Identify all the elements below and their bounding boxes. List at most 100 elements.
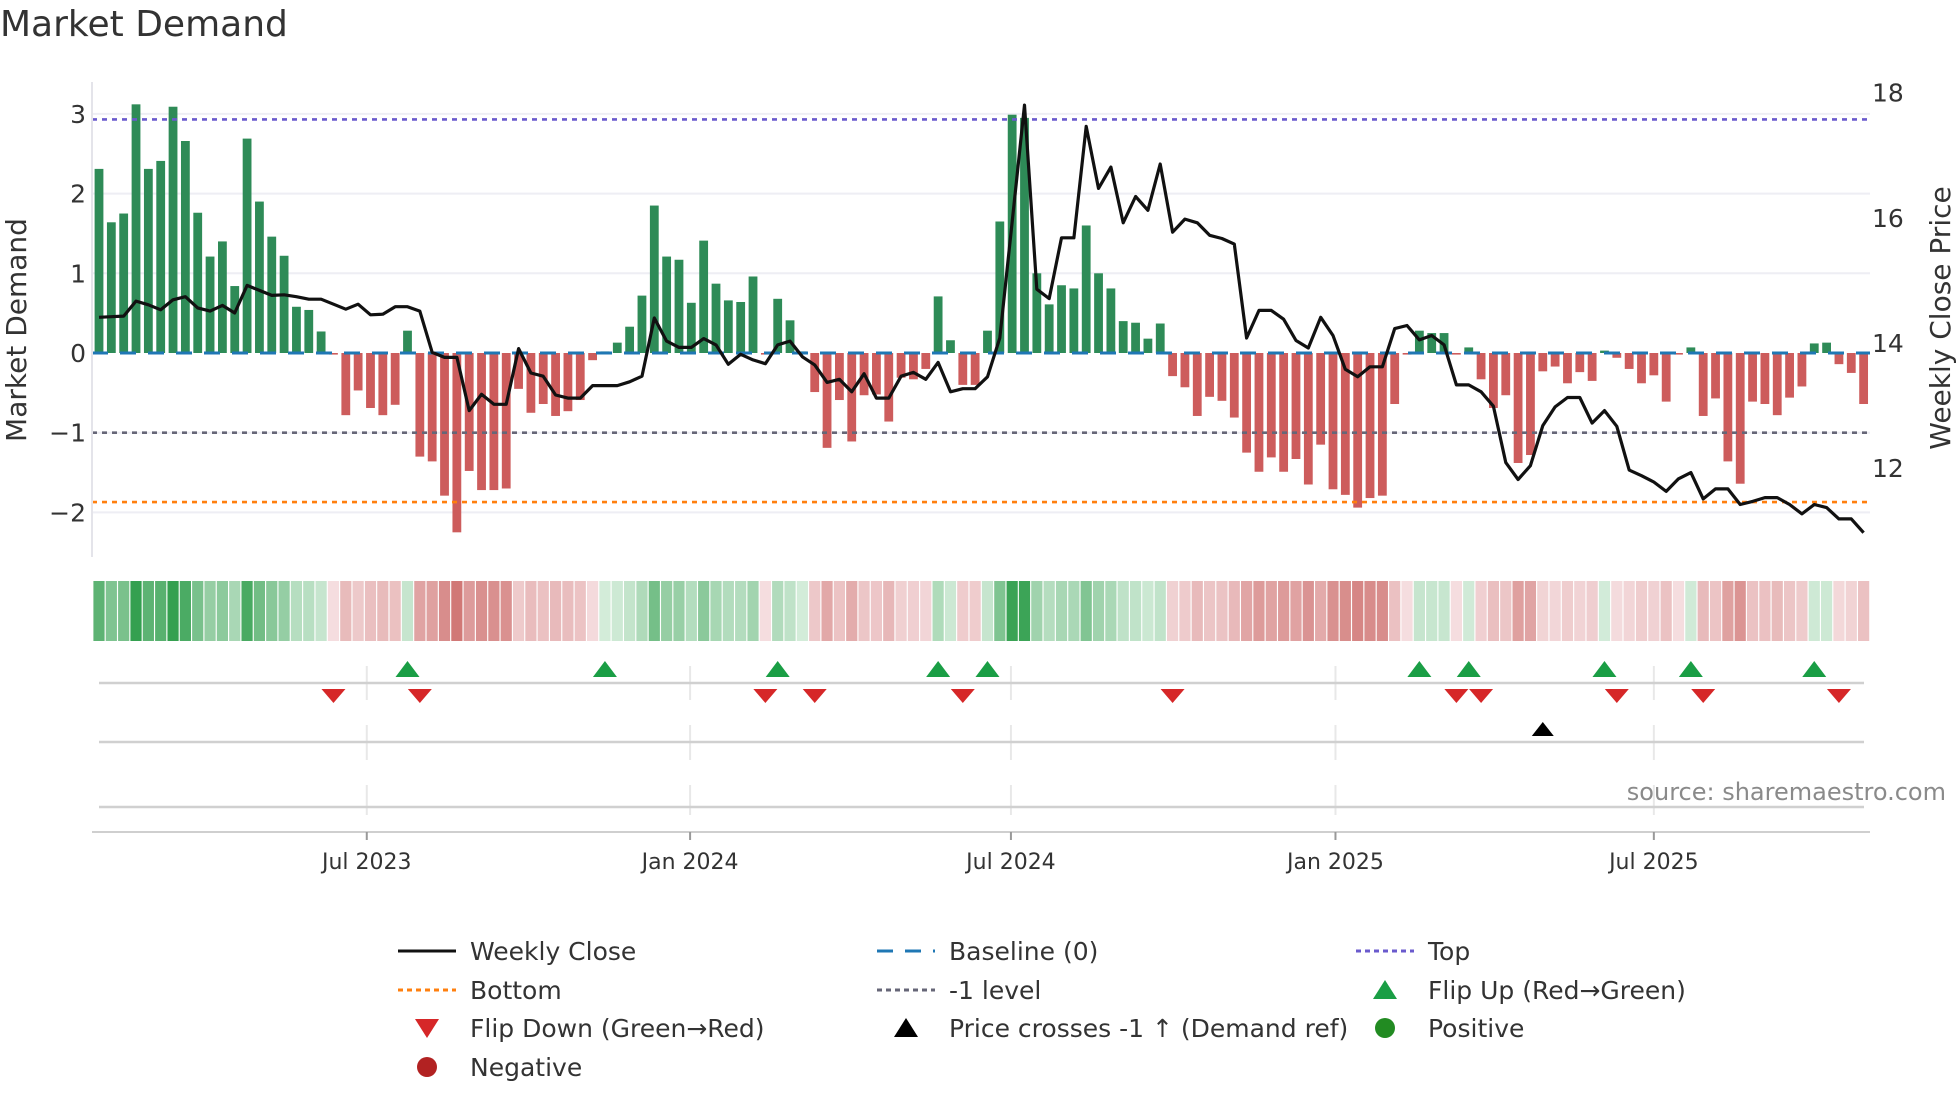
dotted-line-swatch-icon: [398, 988, 456, 992]
heatmap-cell: [1006, 581, 1018, 641]
negative-demand-bar: [390, 353, 400, 405]
positive-demand-bar: [218, 241, 227, 353]
heatmap-cell: [1808, 581, 1820, 641]
flip-down-marker: [407, 689, 432, 703]
x-tick-label: Jan 2024: [640, 850, 739, 875]
heatmap-cell: [1821, 581, 1833, 641]
positive-demand-bar: [736, 301, 746, 353]
heatmap-cell: [1475, 581, 1487, 641]
heatmap-cell: [1500, 581, 1512, 641]
legend-negative: Negative: [398, 1050, 582, 1084]
heatmap-cell: [1598, 581, 1611, 641]
heatmap-cell: [364, 581, 377, 641]
negative-demand-bar: [1168, 353, 1177, 377]
positive-demand-bar: [1044, 304, 1054, 353]
positive-demand-bar: [1081, 225, 1091, 353]
legend-price-cross: Price crosses -1 ↑ (Demand ref): [877, 1011, 1348, 1045]
heatmap-cell: [1117, 581, 1129, 641]
y-tick-label: −1: [49, 419, 86, 448]
heatmap-cell: [1574, 581, 1586, 641]
heatmap-cell: [1290, 581, 1302, 641]
positive-demand-bar: [230, 286, 240, 353]
negative-demand-bar: [1587, 353, 1597, 381]
price-cross-marker: [1531, 722, 1554, 736]
heatmap-cell: [1253, 581, 1265, 641]
negative-demand-bar: [1377, 353, 1387, 496]
heatmap-cell: [1783, 581, 1796, 641]
heatmap-cell: [1339, 581, 1351, 641]
heatmap-cell: [1512, 581, 1524, 641]
negative-demand-bar: [1859, 353, 1869, 405]
source-note: source: sharemaestro.com: [1626, 778, 1946, 806]
heatmap-cell: [883, 581, 895, 641]
heatmap-cell: [352, 581, 364, 641]
heatmap-cell: [204, 581, 216, 641]
heatmap-cell: [858, 581, 870, 641]
heatmap-cell: [414, 581, 426, 641]
heatmap-cell: [1105, 581, 1117, 641]
positive-demand-bar: [612, 342, 622, 353]
positive-demand-bar: [933, 296, 943, 353]
flip-down-marker: [1469, 689, 1494, 703]
dotted-line-swatch-icon: [877, 988, 935, 992]
heatmap-cell: [1586, 581, 1598, 641]
heatmap-cell: [1154, 581, 1166, 641]
line-swatch-icon: [398, 949, 456, 953]
heatmap-cell: [1709, 581, 1722, 641]
y-axis-label: Market Demand: [0, 218, 33, 442]
heatmap-cell: [1092, 581, 1105, 641]
heatmap-cell: [1031, 581, 1043, 641]
triangle-down-icon: [415, 1019, 439, 1038]
heatmap-cell: [167, 581, 179, 641]
heatmap-cell: [809, 581, 821, 641]
legend-positive: Positive: [1356, 1011, 1524, 1045]
positive-demand-bar: [168, 106, 178, 354]
flip-down-marker: [1604, 689, 1629, 703]
positive-demand-bar: [205, 256, 215, 353]
y-tick-label: 0: [70, 339, 86, 368]
heatmap-cell: [1771, 581, 1783, 641]
positive-demand-bar: [193, 212, 203, 353]
x-tick-label: Jan 2025: [1285, 850, 1384, 875]
negative-demand-bar: [1316, 353, 1326, 445]
heatmap-cell: [1018, 581, 1031, 641]
x-tick-label: Jul 2023: [320, 850, 412, 875]
y2-tick-label: 12: [1872, 454, 1904, 483]
heatmap-cell: [1487, 581, 1500, 641]
dotted-line-swatch-icon: [1356, 949, 1414, 953]
heatmap-cell: [488, 581, 500, 641]
negative-demand-bar: [1698, 353, 1708, 416]
legend-flip-down: Flip Down (Green→Red): [398, 1011, 765, 1045]
heatmap-cell: [463, 581, 475, 641]
negative-demand-bar: [1550, 353, 1560, 367]
heatmap-cell: [685, 581, 697, 641]
heatmap-cell: [574, 581, 586, 641]
heatmap-cell: [1660, 581, 1672, 641]
heatmap-cell: [981, 581, 994, 641]
heatmap-cell: [377, 581, 389, 641]
negative-demand-bar: [1192, 353, 1202, 416]
heatmap-cell: [525, 581, 537, 641]
heatmap-cell: [500, 581, 512, 641]
positive-demand-bar: [242, 138, 252, 353]
positive-demand-bar: [674, 259, 684, 353]
heatmap-cell: [1352, 581, 1364, 641]
x-tick-label: Jul 2024: [964, 850, 1056, 875]
negative-demand-bar: [810, 353, 820, 393]
heatmap-cell: [920, 581, 932, 641]
positive-demand-bar: [119, 213, 129, 353]
heatmap-cell: [759, 581, 771, 641]
heatmap-cell: [1759, 581, 1771, 641]
negative-demand-bar: [477, 353, 486, 491]
negative-demand-bar: [1846, 353, 1856, 373]
positive-demand-bar: [1057, 285, 1066, 353]
heatmap-cell: [1672, 581, 1685, 641]
heatmap-cell: [266, 581, 278, 641]
positive-demand-bar: [279, 255, 289, 353]
positive-demand-bar: [699, 240, 709, 353]
heatmap-cell: [1845, 581, 1857, 641]
negative-demand-bar: [1513, 353, 1523, 463]
weekly-close-series: [98, 103, 1865, 534]
negative-demand-bar: [427, 353, 437, 462]
heatmap-cell: [784, 581, 796, 641]
